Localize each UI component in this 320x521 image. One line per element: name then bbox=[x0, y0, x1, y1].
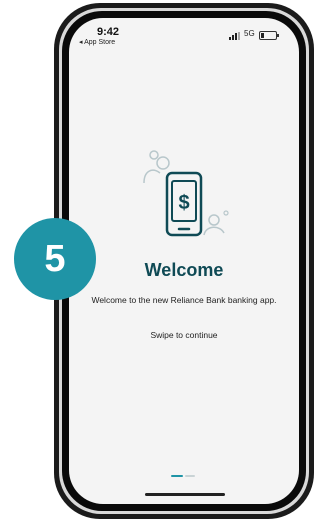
welcome-title: Welcome bbox=[144, 260, 224, 280]
swipe-hint: Swipe to continue bbox=[150, 330, 218, 340]
home-indicator[interactable] bbox=[145, 493, 225, 496]
signal-icon bbox=[229, 32, 241, 40]
welcome-subtitle: Welcome to the new Reliance Bank banking… bbox=[91, 295, 277, 305]
back-to-app-store-link[interactable]: ◂ App Store bbox=[79, 38, 115, 46]
status-bar: 9:42 ◂ App Store 5G bbox=[69, 18, 299, 58]
svg-text:$: $ bbox=[178, 192, 189, 214]
phone-screen[interactable]: 9:42 ◂ App Store 5G $ Welcome Welcome to… bbox=[69, 18, 299, 504]
page-dot-active[interactable] bbox=[171, 475, 183, 477]
network-label: 5G bbox=[244, 29, 255, 38]
battery-icon bbox=[259, 31, 279, 40]
status-time: 9:42 bbox=[97, 26, 120, 38]
phone-dollar-illustration-icon: $ bbox=[143, 150, 229, 237]
step-number-badge: 5 bbox=[14, 218, 96, 300]
page-dot[interactable] bbox=[185, 475, 195, 477]
